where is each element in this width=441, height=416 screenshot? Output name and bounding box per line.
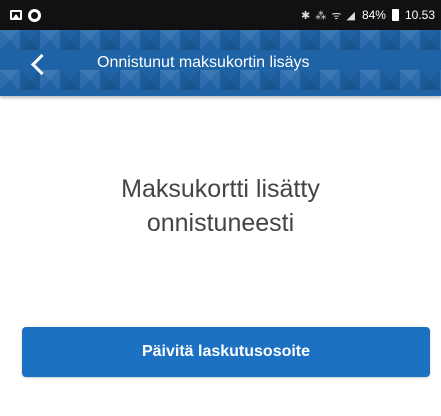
success-message-line-1: Maksukortti lisätty [121,175,320,203]
back-button[interactable] [20,46,56,82]
chevron-left-icon [30,53,52,75]
battery-percent: 84% [361,8,386,22]
screen: ✱ ⁂ ᯤ ◢ 84% 10.53 Onnistunut maksukortin… [0,0,441,416]
success-message: Maksukortti lisätty onnistuneesti [0,172,441,240]
status-bar-right: ✱ ⁂ ᯤ ◢ 84% 10.53 [301,8,435,23]
page-title: Onnistunut maksukortin lisäys [97,54,310,71]
connectivity-icons: ✱ ⁂ ᯤ ◢ [301,9,356,22]
success-message-line-2: onnistuneesti [146,209,295,237]
battery-icon [391,9,399,21]
status-time: 10.53 [404,8,435,22]
status-bar: ✱ ⁂ ᯤ ◢ 84% 10.53 [0,0,441,30]
update-billing-address-button[interactable]: Päivitä laskutusosoite [22,327,430,377]
gallery-icon [10,10,22,20]
app-bar: Onnistunut maksukortin lisäys [0,30,441,96]
status-bar-left [10,8,41,22]
app-notification-icon [28,8,41,22]
